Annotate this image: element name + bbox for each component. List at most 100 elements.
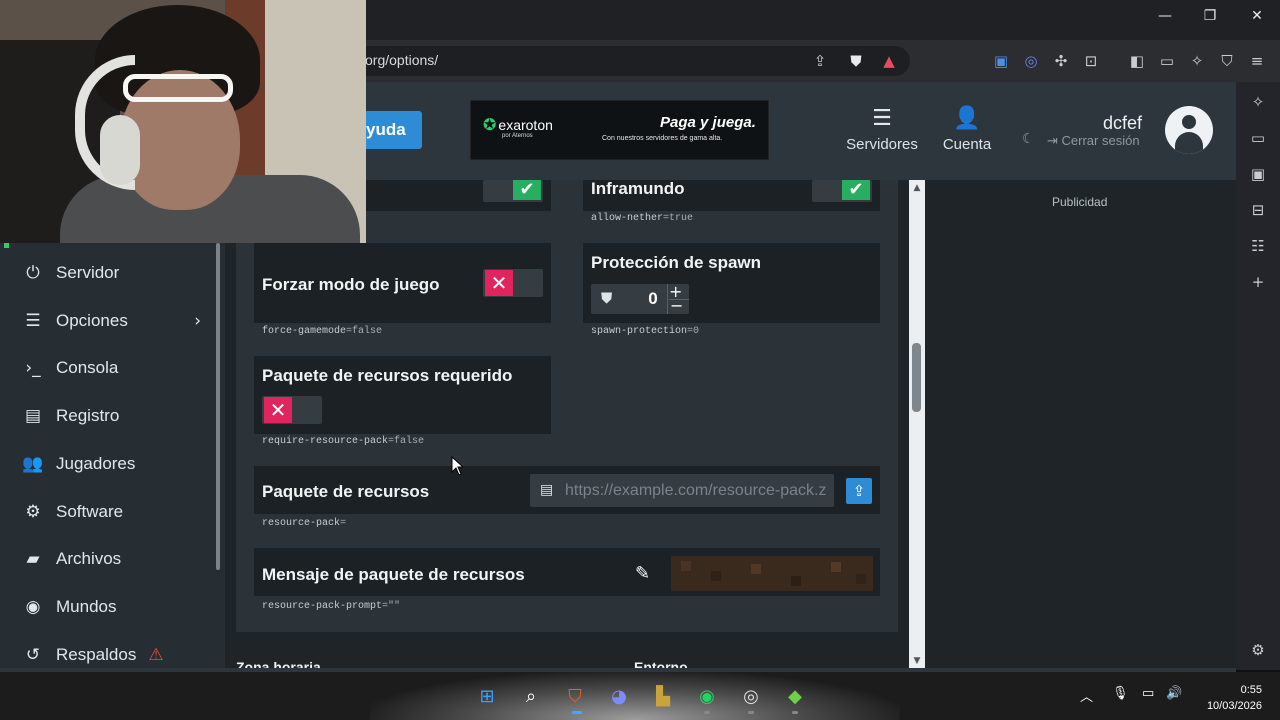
dark-mode-icon[interactable]: ☾	[1022, 131, 1035, 147]
screenshot-icon[interactable]: ⊡	[1080, 50, 1102, 72]
wallet-side-icon[interactable]: ▣	[1246, 162, 1270, 186]
app-indicator	[704, 711, 710, 714]
spotify-icon[interactable]: ◉	[694, 684, 720, 710]
sidebar-item-mundos[interactable]: ◉ Mundos	[22, 592, 207, 622]
obs-icon[interactable]: ◎	[738, 684, 764, 710]
restore-icon[interactable]: ❐	[1190, 8, 1230, 24]
dirt-pixel	[711, 571, 721, 581]
dirt-pixel	[791, 576, 801, 586]
minecraft-icon[interactable]: ◆	[782, 684, 808, 710]
scroll-up-icon[interactable]: ▲	[911, 183, 923, 193]
media-icon[interactable]: ▭	[1246, 126, 1270, 150]
option-title: Protección de spawn	[591, 253, 762, 272]
option-key: allow-nether=true	[591, 213, 694, 224]
ad-subline: Con nuestros servidores de gama alta.	[602, 135, 723, 142]
options-icon: ☰	[25, 311, 41, 331]
check-icon: ✔	[513, 180, 541, 200]
x-icon: ✕	[264, 397, 292, 423]
sidebar-item-software[interactable]: ⚙ Software	[22, 497, 207, 527]
leo-icon[interactable]: ✧	[1186, 50, 1208, 72]
upload-button[interactable]: ⇪	[846, 478, 872, 504]
scroll-down-icon[interactable]: ▼	[911, 656, 923, 666]
stepper-divider	[667, 284, 668, 314]
dirt-pixel	[856, 574, 866, 584]
check-icon: ✔	[842, 180, 870, 200]
sidebar-item-jugadores[interactable]: 👥 Jugadores	[22, 449, 207, 479]
logout-link[interactable]: ⇥ Cerrar sesión	[1047, 133, 1140, 149]
windows-start-icon[interactable]: ⊞	[474, 684, 500, 710]
menu-icon[interactable]: ≡	[1246, 50, 1268, 72]
share-icon[interactable]: ⇪	[809, 50, 831, 72]
stepper-value[interactable]: 0	[643, 289, 663, 309]
sidebar-item-consola[interactable]: ›_ Consola	[22, 353, 207, 383]
dirt-pixel	[831, 562, 841, 572]
minimize-icon[interactable]: —	[1145, 8, 1185, 24]
volume-icon[interactable]: 🔊	[1166, 686, 1182, 701]
league-icon[interactable]: ▙	[650, 684, 676, 710]
ad-headline: Paga y juega.	[660, 114, 756, 131]
network-icon[interactable]: ▭	[1142, 686, 1154, 701]
sidebar-item-archivos[interactable]: ▰ Archivos	[22, 544, 207, 574]
option-title: Inframundo	[591, 179, 685, 198]
allow-nether-toggle[interactable]: ✔	[812, 180, 872, 202]
tray-chevron-icon[interactable]: ︿	[1080, 686, 1093, 705]
sidebar-item-registro[interactable]: ▤ Registro	[22, 401, 207, 431]
avatar[interactable]	[1165, 106, 1213, 154]
brave-rewards-icon[interactable]: ▲	[878, 50, 900, 72]
wallet-icon[interactable]: ▭	[1156, 50, 1178, 72]
partial-toggle[interactable]: ✔	[483, 180, 543, 202]
sidebar-item-respaldos[interactable]: ↺ Respaldos ⚠	[22, 640, 207, 670]
option-title: Paquete de recursos	[262, 482, 430, 501]
vpn-icon[interactable]: ⛉	[1216, 50, 1238, 72]
file-icon: ▤	[540, 482, 554, 498]
help-button[interactable]: yuda	[362, 111, 422, 149]
webcam-indicator	[4, 243, 9, 248]
option-key: resource-pack-prompt=""	[262, 601, 401, 612]
nav-account[interactable]: 👤 Cuenta	[940, 106, 994, 153]
sidebar-scrollbar[interactable]	[216, 243, 220, 570]
account-icon: 👤	[953, 106, 981, 131]
microphone-icon[interactable]: 🎙	[1112, 686, 1129, 701]
nav-servers[interactable]: ☰ Servidores	[846, 106, 918, 153]
sidebar-item-opciones[interactable]: ☰ Opciones ›	[22, 306, 207, 336]
sidebar-item-servidor[interactable]: ⏻ Servidor	[22, 258, 207, 288]
extension-2-icon[interactable]: ◎	[1020, 50, 1042, 72]
console-icon: ›_	[25, 358, 41, 378]
leo-side-icon[interactable]: ✧	[1246, 90, 1270, 114]
search-icon[interactable]: ⌕	[518, 684, 544, 710]
address-text[interactable]: org/options/	[365, 52, 438, 68]
require-resource-pack-toggle[interactable]: ✕	[262, 396, 322, 424]
force-gamemode-toggle[interactable]: ✕	[483, 269, 543, 297]
close-icon[interactable]: ✕	[1237, 8, 1277, 24]
settings-icon[interactable]: ⚙	[1246, 638, 1270, 662]
folder-icon: ▰	[26, 549, 40, 569]
brave-icon[interactable]: ⛉	[562, 684, 588, 710]
option-key: require-resource-pack=false	[262, 436, 425, 447]
sidebar-item-label: Servidor	[56, 263, 120, 282]
sidebar-item-label: Software	[56, 502, 124, 521]
sidebar-toggle-icon[interactable]: ◧	[1126, 50, 1148, 72]
nav-account-label: Cuenta	[942, 136, 992, 153]
resource-pack-input[interactable]: ▤ https://example.com/resource-pack.zip	[530, 474, 834, 507]
puzzle-icon[interactable]: ✣	[1050, 50, 1072, 72]
content-scrollbar-thumb[interactable]	[912, 343, 921, 412]
sidebar-item-label: Mundos	[56, 597, 117, 616]
decrement-button[interactable]: −	[670, 296, 683, 315]
ad-brand: ✪ exaroton	[483, 115, 553, 134]
clock[interactable]: 0:55 10/03/2026	[1196, 682, 1262, 714]
brave-shield-icon[interactable]: ⛊	[845, 50, 867, 72]
spawn-protection-stepper[interactable]: ⛊ 0 + −	[591, 282, 689, 315]
option-key: resource-pack=	[262, 518, 347, 529]
extension-1-icon[interactable]: ▣	[990, 50, 1012, 72]
motd-preview[interactable]	[671, 556, 873, 591]
bookmarks-icon[interactable]: ⊟	[1246, 198, 1270, 222]
reading-list-icon[interactable]: ☷	[1246, 234, 1270, 258]
nav-servers-label: Servidores	[846, 136, 918, 153]
logout-label: Cerrar sesión	[1061, 133, 1140, 148]
add-icon[interactable]: +	[1246, 270, 1270, 294]
content-scrollbar[interactable]	[909, 180, 925, 670]
discord-icon[interactable]: ◕	[606, 684, 632, 710]
edit-icon[interactable]: ✎	[635, 563, 650, 584]
ad-brand-sub: por Aternos	[502, 133, 533, 139]
exaroton-logo-icon: ✪	[483, 115, 497, 134]
